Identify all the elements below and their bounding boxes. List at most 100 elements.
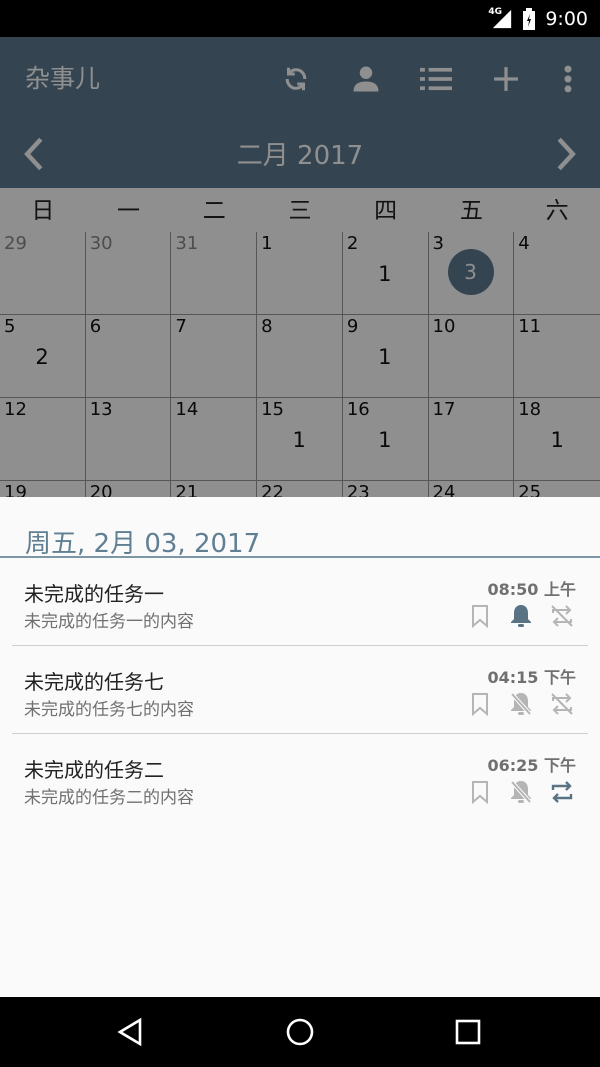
day-number: 5 — [4, 316, 16, 337]
calendar-day-cell[interactable]: 29 — [0, 232, 86, 315]
calendar-day-cell[interactable]: 10 — [428, 315, 515, 398]
day-number: 6 — [89, 316, 102, 337]
repeat-off-icon — [551, 605, 573, 627]
calendar-day-cell[interactable]: 21 — [171, 481, 258, 497]
month-title: 二月 2017 — [236, 141, 364, 171]
day-number: 12 — [4, 399, 27, 420]
day-number: 2 — [346, 233, 359, 254]
repeat-button[interactable] — [548, 778, 576, 806]
calendar-day-cell[interactable]: 6 — [85, 315, 172, 398]
more-vert-icon — [564, 65, 572, 93]
account-icon — [353, 66, 379, 92]
calendar-day-cell[interactable]: 16 1 — [342, 398, 429, 481]
battery-icon — [523, 7, 536, 30]
calendar-day-cell[interactable]: 1 — [257, 232, 343, 315]
day-number: 22 — [261, 482, 285, 497]
calendar-screen: 杂事儿 二月 2017 日 一 二 三 四 五 六 29 30 31 1 2 1… — [0, 37, 600, 497]
calendar-day-cell[interactable]: 22 — [257, 481, 343, 497]
repeat-button[interactable] — [548, 602, 576, 630]
calendar-day-cell[interactable]: 11 — [514, 315, 600, 398]
task-time: 06:25 下午 — [487, 756, 576, 775]
status-clock: 9:00 — [545, 7, 588, 30]
day-number: 16 — [346, 399, 370, 420]
calendar-day-cell[interactable]: 91 — [342, 315, 429, 398]
task-title: 未完成的任务二 — [24, 758, 164, 782]
task-title: 未完成的任务七 — [24, 670, 164, 694]
calendar-day-cell[interactable]: 17 — [428, 398, 515, 481]
bookmark-button[interactable] — [466, 778, 494, 806]
reminder-button[interactable] — [507, 778, 535, 806]
calendar-day-cell[interactable]: 25 — [514, 481, 600, 497]
reminder-button[interactable] — [507, 602, 535, 630]
bell-icon — [511, 605, 531, 627]
bookmark-button[interactable] — [466, 602, 494, 630]
reminder-button[interactable] — [507, 690, 535, 718]
list-button[interactable] — [416, 59, 456, 99]
task-item[interactable]: 未完成的任务七 未完成的任务七的内容 04:15 下午 — [12, 646, 588, 734]
repeat-off-icon — [551, 693, 573, 715]
task-time: 08:50 上午 — [487, 580, 576, 599]
system-nav-bar — [0, 997, 600, 1067]
status-bar: 4G 9:00 — [0, 0, 600, 37]
day-number: 18 — [518, 399, 542, 420]
task-count: 1 — [378, 428, 392, 452]
calendar-day-cell[interactable]: 33 — [428, 232, 515, 315]
calendar-day-cell[interactable]: 21 — [342, 232, 429, 315]
more-button[interactable] — [548, 59, 588, 99]
day-number: 8 — [261, 316, 273, 337]
weekday-label: 二 — [202, 198, 226, 224]
calendar-day-cell[interactable]: 14 — [171, 398, 258, 481]
calendar-grid: 29 30 31 1 2 1 3 3 4 5 2 6 7 8 9 1 10 11 12 13 14 15 1 16 1 17 18 1… — [0, 232, 600, 497]
calendar-day-cell[interactable]: 23 — [343, 481, 429, 497]
calendar-day-cell[interactable]: 20 — [86, 481, 172, 497]
day-number: 11 — [518, 316, 542, 337]
calendar-day-cell[interactable]: 13 — [85, 398, 172, 481]
day-number: 29 — [4, 233, 27, 254]
day-number: 14 — [175, 399, 199, 420]
task-item[interactable]: 未完成的任务二 未完成的任务二的内容 06:25 下午 — [12, 734, 588, 822]
calendar-day-cell[interactable]: 7 — [171, 315, 258, 398]
day-number: 31 — [175, 233, 199, 254]
add-icon — [494, 67, 518, 91]
day-number: 15 — [261, 399, 285, 420]
bookmark-icon — [472, 605, 488, 628]
bookmark-button[interactable] — [466, 690, 494, 718]
recents-square-icon — [455, 1019, 481, 1045]
task-item[interactable]: 未完成的任务一 未完成的任务一的内容 08:50 上午 — [12, 558, 588, 646]
calendar-day-cell[interactable]: 30 — [85, 232, 172, 315]
day-number: 25 — [518, 482, 542, 497]
next-month-button[interactable] — [544, 132, 588, 176]
repeat-icon — [551, 781, 573, 803]
home-circle-icon — [286, 1018, 314, 1046]
calendar-day-cell[interactable]: 18 1 — [514, 398, 600, 481]
weekday-label: 三 — [288, 198, 312, 224]
back-triangle-icon — [117, 1017, 142, 1047]
calendar-day-cell[interactable]: 12 — [0, 398, 86, 481]
add-button[interactable] — [486, 59, 526, 99]
task-count: 1 — [292, 428, 306, 452]
calendar-day-cell[interactable]: 24 — [429, 481, 515, 497]
bookmark-icon — [472, 693, 488, 716]
day-number: 4 — [518, 233, 530, 254]
task-content: 未完成的任务二的内容 — [24, 788, 194, 808]
calendar-day-cell[interactable]: 31 — [171, 232, 258, 315]
task-content: 未完成的任务七的内容 — [24, 700, 194, 720]
weekday-label: 日 — [31, 198, 55, 224]
repeat-button[interactable] — [548, 690, 576, 718]
calendar-day-cell[interactable]: 8 — [257, 315, 343, 398]
back-button[interactable] — [112, 1014, 148, 1050]
calendar-day-cell[interactable]: 15 1 — [257, 398, 343, 481]
home-button[interactable] — [282, 1014, 318, 1050]
day-number: 19 — [4, 482, 27, 497]
recents-button[interactable] — [450, 1014, 486, 1050]
calendar-day-cell[interactable]: 52 — [0, 315, 86, 398]
day-task-sheet: 周五, 2月 03, 2017 未完成的任务一 未完成的任务一的内容 08:50… — [0, 497, 600, 997]
task-count: 1 — [550, 428, 564, 452]
app-toolbar: 杂事儿 — [0, 37, 600, 120]
sync-button[interactable] — [276, 59, 316, 99]
calendar-day-cell[interactable]: 4 — [514, 232, 600, 315]
list-icon — [420, 67, 452, 91]
bell-off-icon — [510, 692, 532, 716]
calendar-day-cell[interactable]: 19 — [0, 481, 86, 497]
account-button[interactable] — [346, 59, 386, 99]
